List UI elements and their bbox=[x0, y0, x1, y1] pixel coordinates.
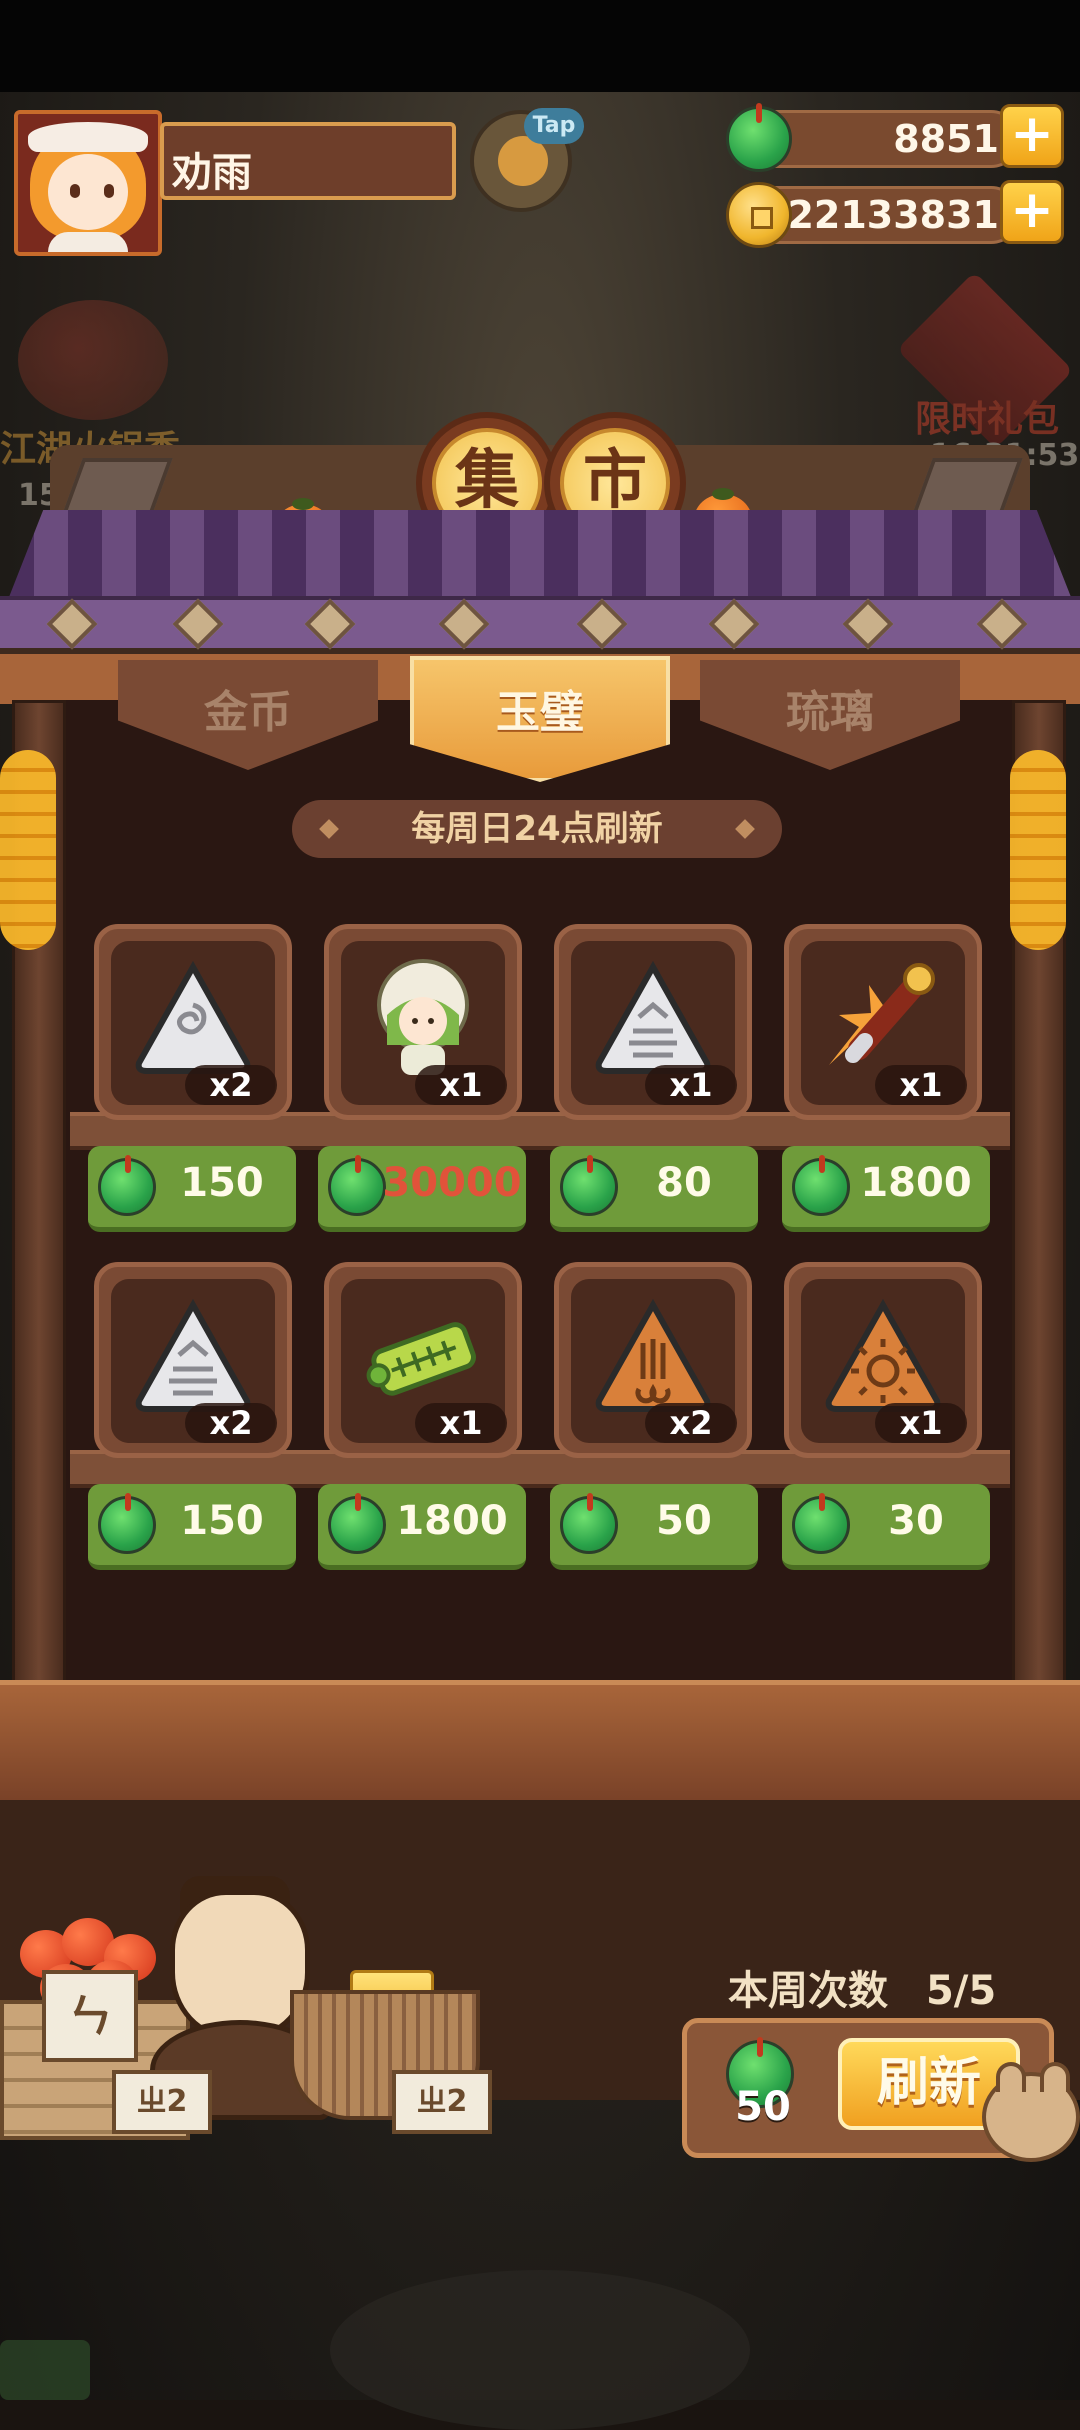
item-quantity: x1 bbox=[875, 1403, 967, 1443]
shop-item-slot[interactable]: x2 bbox=[94, 1262, 292, 1458]
scroll-sign: ㄣ bbox=[42, 1970, 138, 2062]
jade-amount: 8851 bbox=[893, 117, 999, 161]
limited-gift-title: 限时礼包 bbox=[915, 399, 1060, 440]
price-button[interactable]: 150 bbox=[88, 1146, 296, 1232]
item-price: 80 bbox=[656, 1160, 712, 1206]
weekly-label-text: 本周次数 bbox=[728, 1968, 888, 2014]
market-counter bbox=[0, 1680, 1080, 1800]
shop-item-slot[interactable]: x1 bbox=[784, 1262, 982, 1458]
price-button[interactable]: 1800 bbox=[782, 1146, 990, 1232]
price-button[interactable]: 80 bbox=[550, 1146, 758, 1232]
background-character bbox=[330, 2270, 750, 2430]
price-button[interactable]: 30 bbox=[782, 1484, 990, 1570]
player-name-box[interactable]: 劝雨 bbox=[160, 122, 456, 200]
green-haired-girl-avatar-icon bbox=[377, 959, 469, 1075]
orange-triangle-rune-sun-icon bbox=[825, 1298, 941, 1412]
price-sign-right: ㄓ2 bbox=[392, 2070, 492, 2134]
item-price: 30000 bbox=[382, 1160, 522, 1206]
item-quantity: x1 bbox=[415, 1403, 507, 1443]
shop-item-slot[interactable]: x1 bbox=[324, 924, 522, 1120]
status-bar bbox=[0, 0, 1080, 92]
green-scroll-ticket-icon bbox=[366, 1322, 476, 1396]
player-name: 劝雨 bbox=[172, 150, 252, 196]
tap-badge: Tap bbox=[524, 108, 584, 144]
shop-item-slot[interactable]: x2 bbox=[554, 1262, 752, 1458]
weekly-count-label: 本周次数 5/5 bbox=[728, 1958, 996, 2016]
refresh-cost: 50 bbox=[735, 2084, 791, 2130]
background-leaf bbox=[0, 2340, 90, 2400]
roof-trim bbox=[0, 596, 1080, 654]
weekly-refresh-note: 每周日24点刷新 bbox=[292, 800, 782, 858]
white-triangle-rune-spiral-icon bbox=[135, 960, 251, 1074]
price-button[interactable]: 30000 bbox=[318, 1146, 526, 1232]
item-quantity: x1 bbox=[875, 1065, 967, 1105]
price-button[interactable]: 1800 bbox=[318, 1484, 526, 1570]
orange-triangle-rune-figure-icon bbox=[595, 1298, 711, 1412]
price-button[interactable]: 150 bbox=[88, 1484, 296, 1570]
item-price: 1800 bbox=[860, 1160, 972, 1206]
white-triangle-rune-lines-icon bbox=[135, 1298, 251, 1412]
white-triangle-rune-lines-icon bbox=[595, 960, 711, 1074]
firework-brush-icon bbox=[829, 963, 935, 1065]
item-quantity: x2 bbox=[185, 1065, 277, 1105]
item-price: 150 bbox=[180, 1160, 264, 1206]
shop-item-slot[interactable]: x2 bbox=[94, 924, 292, 1120]
item-price: 150 bbox=[180, 1498, 264, 1544]
shop-item-slot[interactable]: x1 bbox=[784, 924, 982, 1120]
item-price: 30 bbox=[888, 1498, 944, 1544]
item-quantity: x2 bbox=[185, 1403, 277, 1443]
shop-item-slot[interactable]: x1 bbox=[324, 1262, 522, 1458]
corn-decoration-icon bbox=[1010, 750, 1066, 950]
jade-disc-icon bbox=[726, 103, 792, 172]
price-button[interactable]: 50 bbox=[550, 1484, 758, 1570]
item-price: 1800 bbox=[396, 1498, 508, 1544]
price-sign-left: ㄓ2 bbox=[112, 2070, 212, 2134]
item-quantity: x1 bbox=[645, 1065, 737, 1105]
item-quantity: x1 bbox=[415, 1065, 507, 1105]
weekly-count: 5/5 bbox=[925, 1968, 997, 2014]
hotpot-icon bbox=[18, 300, 168, 420]
shop-item-slot[interactable]: x1 bbox=[554, 924, 752, 1120]
item-price: 50 bbox=[656, 1498, 712, 1544]
cat-mascot-icon bbox=[982, 2062, 1080, 2162]
add-jade-button[interactable]: + bbox=[1000, 104, 1064, 168]
item-quantity: x2 bbox=[645, 1403, 737, 1443]
player-avatar[interactable] bbox=[14, 110, 162, 256]
gold-coin-icon bbox=[726, 182, 792, 248]
add-coins-button[interactable]: + bbox=[1000, 180, 1064, 244]
corn-decoration-icon bbox=[0, 750, 56, 950]
coin-amount: 22133831 bbox=[787, 193, 999, 237]
